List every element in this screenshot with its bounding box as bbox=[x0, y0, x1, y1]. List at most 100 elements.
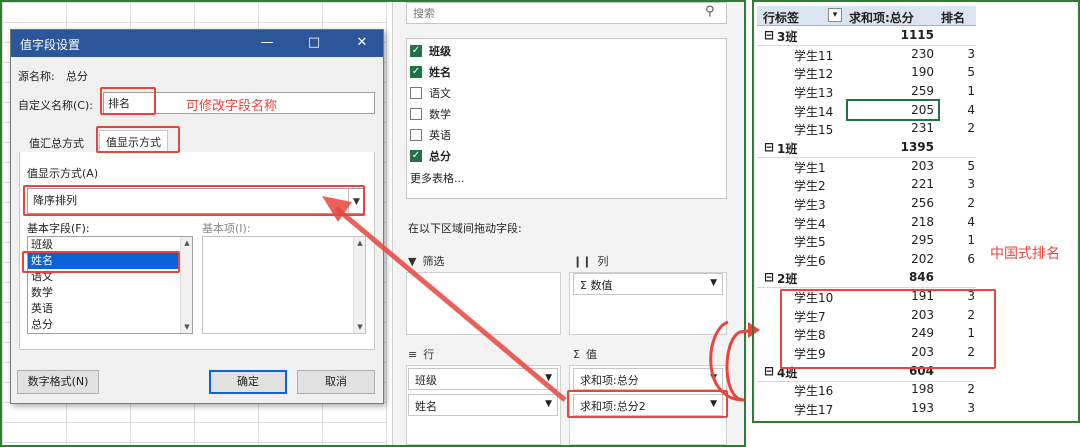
checkbox-checked-icon[interactable]: ✓ bbox=[410, 45, 422, 57]
filter-drop-area[interactable] bbox=[406, 272, 561, 335]
field-item-chinese[interactable]: 语文 bbox=[410, 84, 451, 102]
pivot-row-rank[interactable]: 2 bbox=[940, 196, 975, 210]
pivot-row-total[interactable]: 203 bbox=[850, 159, 934, 173]
chevron-down-icon[interactable]: ▼ bbox=[545, 399, 552, 409]
list-scrollbar[interactable]: ▲ ▼ bbox=[180, 237, 192, 333]
highlight-class2-rows bbox=[780, 289, 996, 369]
pivot-row-rank[interactable]: 3 bbox=[940, 401, 975, 415]
pivot-row-total[interactable]: 231 bbox=[850, 121, 934, 135]
pivot-row-student[interactable]: 学生1 bbox=[794, 159, 826, 176]
checkbox-checked-icon[interactable]: ✓ bbox=[410, 150, 422, 162]
pivot-row-student[interactable]: 学生16 bbox=[794, 382, 833, 399]
base-item-label: 基本项(I): bbox=[202, 222, 251, 235]
rows-chip-class[interactable]: 班级 ▼ bbox=[408, 368, 558, 390]
pivot-row-rank[interactable]: 3 bbox=[940, 177, 975, 191]
pivot-row-student[interactable]: 学生12 bbox=[794, 65, 833, 82]
pivot-row-total[interactable]: 259 bbox=[850, 84, 934, 98]
drag-hint: 在以下区域间拖动字段: bbox=[408, 222, 522, 235]
list-item[interactable]: 总分 bbox=[28, 317, 192, 333]
checkbox-icon[interactable] bbox=[410, 129, 422, 141]
pivot-row-total[interactable]: 218 bbox=[850, 215, 934, 229]
pivot-row-student[interactable]: 学生5 bbox=[794, 233, 826, 250]
filter-area-header: ▼ 筛选 bbox=[408, 254, 445, 269]
pivot-row-total[interactable]: 202 bbox=[850, 252, 934, 266]
pivot-header-row-labels: 行标签 bbox=[763, 11, 800, 25]
pivot-row-student[interactable]: 学生15 bbox=[794, 121, 833, 138]
pivot-row-total[interactable]: 193 bbox=[850, 401, 934, 415]
source-name-label: 源名称: bbox=[18, 70, 55, 83]
field-item-name[interactable]: ✓ 姓名 bbox=[410, 63, 451, 81]
chevron-down-icon[interactable]: ▼ bbox=[710, 373, 717, 383]
scroll-up-icon[interactable]: ▲ bbox=[354, 237, 365, 249]
pivot-field-pane: 搜索 ⚲ ✓ 班级 ✓ 姓名 语文 数学 英语 ✓ 总分 更多表格... 在以下区域间… bbox=[392, 2, 744, 445]
pivot-group-label[interactable]: ⊟ bbox=[764, 140, 774, 154]
pivot-row-student[interactable]: 学生4 bbox=[794, 215, 826, 232]
pivot-row-rank[interactable]: 4 bbox=[940, 215, 975, 229]
pivot-row-rank[interactable]: 2 bbox=[940, 121, 975, 135]
maximize-icon[interactable]: □ bbox=[303, 33, 325, 53]
scroll-down-icon[interactable]: ▼ bbox=[354, 321, 365, 333]
field-item-total[interactable]: ✓ 总分 bbox=[410, 147, 451, 165]
rows-icon: ≡ bbox=[408, 347, 418, 361]
pivot-row-student[interactable]: 学生3 bbox=[794, 196, 826, 213]
pivot-row-total[interactable]: 190 bbox=[850, 65, 934, 79]
sigma-icon: Σ bbox=[580, 279, 587, 292]
filter-dropdown-icon[interactable]: ▾ bbox=[828, 8, 842, 22]
pivot-row-student[interactable]: 学生2 bbox=[794, 177, 826, 194]
highlight-custom-name bbox=[100, 87, 156, 115]
field-item-math[interactable]: 数学 bbox=[410, 105, 451, 123]
pivot-row-student[interactable]: 学生11 bbox=[794, 47, 833, 64]
rows-chip-name[interactable]: 姓名 ▼ bbox=[408, 394, 558, 416]
pivot-row-total[interactable]: 256 bbox=[850, 196, 934, 210]
list-item[interactable]: 英语 bbox=[28, 301, 192, 317]
field-item-english[interactable]: 英语 bbox=[410, 126, 451, 144]
dialog-titlebar[interactable]: 值字段设置 — □ ✕ bbox=[11, 30, 383, 57]
chevron-down-icon[interactable]: ▼ bbox=[545, 373, 552, 383]
values-chip-total[interactable]: 求和项:总分 ▼ bbox=[573, 368, 723, 390]
checkbox-icon[interactable] bbox=[410, 108, 422, 120]
checkbox-checked-icon[interactable]: ✓ bbox=[410, 66, 422, 78]
pivot-row-rank[interactable]: 3 bbox=[940, 47, 975, 61]
selected-cell-highlight[interactable] bbox=[846, 99, 940, 121]
pivot-group-label[interactable]: ⊟ bbox=[764, 270, 774, 284]
pivot-row-student[interactable]: 学生17 bbox=[794, 401, 833, 418]
tab-summarize-by[interactable]: 值汇总方式 bbox=[23, 132, 90, 154]
pivot-row-total[interactable]: 230 bbox=[850, 47, 934, 61]
cancel-button[interactable]: 取消 bbox=[297, 370, 375, 394]
pivot-row-total[interactable]: 221 bbox=[850, 177, 934, 191]
scroll-up-icon[interactable]: ▲ bbox=[181, 237, 192, 249]
pivot-row-student[interactable]: 学生14 bbox=[794, 103, 833, 120]
pivot-row-student[interactable]: 学生6 bbox=[794, 252, 826, 269]
highlight-display-mode bbox=[23, 185, 365, 216]
base-item-list[interactable]: ▲ ▼ bbox=[202, 236, 366, 334]
pivot-row-rank[interactable]: 1 bbox=[940, 84, 975, 98]
field-item-class[interactable]: ✓ 班级 bbox=[410, 42, 451, 60]
pivot-row-rank[interactable]: 1 bbox=[940, 233, 975, 247]
pivot-row-student[interactable]: 学生13 bbox=[794, 84, 833, 101]
number-format-button[interactable]: 数字格式(N) bbox=[17, 370, 99, 394]
chevron-down-icon[interactable]: ▼ bbox=[710, 278, 717, 288]
highlight-base-field bbox=[22, 251, 180, 273]
pivot-row-rank[interactable]: 2 bbox=[940, 382, 975, 396]
pivot-group-name: 1班 bbox=[777, 141, 798, 156]
scroll-down-icon[interactable]: ▼ bbox=[181, 321, 192, 333]
pivot-row-rank[interactable]: 6 bbox=[940, 252, 975, 266]
list-item[interactable]: 数学 bbox=[28, 285, 192, 301]
pivot-row-total[interactable]: 198 bbox=[850, 382, 934, 396]
close-icon[interactable]: ✕ bbox=[351, 33, 373, 53]
pivot-row-rank[interactable]: 5 bbox=[940, 159, 975, 173]
pivot-group-label[interactable]: ⊟ bbox=[764, 28, 774, 42]
field-search-input[interactable]: 搜索 bbox=[406, 2, 727, 24]
checkbox-icon[interactable] bbox=[410, 87, 422, 99]
pivot-row-total[interactable]: 295 bbox=[850, 233, 934, 247]
minimize-icon[interactable]: — bbox=[256, 33, 278, 53]
pivot-header-sum: 求和项:总分 bbox=[849, 11, 914, 25]
columns-chip[interactable]: Σ 数值 ▼ bbox=[573, 273, 723, 295]
ok-button[interactable]: 确定 bbox=[209, 370, 287, 394]
more-tables-link[interactable]: 更多表格... bbox=[410, 169, 465, 187]
pivot-group-label[interactable]: ⊟ bbox=[764, 364, 774, 378]
pivot-row-rank[interactable]: 5 bbox=[940, 65, 975, 79]
list-scrollbar[interactable]: ▲ ▼ bbox=[353, 237, 365, 333]
pivot-row-rank[interactable]: 4 bbox=[940, 103, 975, 117]
search-icon[interactable]: ⚲ bbox=[705, 4, 715, 19]
